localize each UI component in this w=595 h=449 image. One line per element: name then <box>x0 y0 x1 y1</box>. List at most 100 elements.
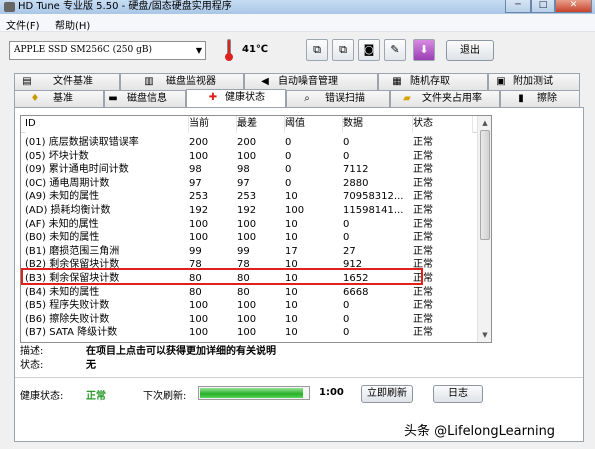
tab-disk-info[interactable]: ▬ 磁盘信息 <box>104 90 186 107</box>
cell-status: 正常 <box>413 232 433 244</box>
cell-worst: 100 <box>237 300 257 312</box>
download-arrow-icon[interactable]: ⬇ <box>413 39 435 61</box>
cell-status: 正常 <box>413 313 433 325</box>
description-label: 描述: <box>20 346 44 357</box>
error-scan-icon: ⌕ <box>304 93 310 104</box>
log-button[interactable]: 日志 <box>433 385 483 403</box>
extra-tests-icon: ▣ <box>496 76 506 87</box>
title-bar[interactable]: HD Tune 专业版 5.50 - 硬盘/固态硬盘实用程序 ─ □ ✕ <box>0 0 595 14</box>
menu-bar: 文件(F) 帮助(H) <box>0 14 595 32</box>
menu-help[interactable]: 帮助(H) <box>55 17 90 32</box>
table-row[interactable]: (B7) SATA 降级计数 100 100 10 0 正常 <box>21 326 487 339</box>
cell-data: 0 <box>343 218 350 230</box>
cell-data: 0 <box>343 137 350 148</box>
scroll-down-icon[interactable]: ▼ <box>479 329 491 341</box>
copy-all-icon[interactable]: ⧉ <box>332 39 354 61</box>
column-header-threshold[interactable]: 阈值 <box>285 116 343 133</box>
chevron-down-icon: ▼ <box>195 46 202 55</box>
temperature-readout: 41℃ <box>242 44 269 55</box>
health-status-label: 健康状态: <box>20 391 64 402</box>
column-header-id[interactable]: ID <box>25 116 189 133</box>
cell-thr: 10 <box>285 191 298 203</box>
cell-cur: 80 <box>189 286 202 298</box>
tab-benchmark[interactable]: ♦ 基准 <box>14 90 104 107</box>
cell-id: (B7) SATA 降级计数 <box>25 327 118 339</box>
exit-button[interactable]: 退出 <box>446 40 494 61</box>
tab-extra-tests[interactable]: ▣ 附加测试 <box>488 73 580 90</box>
cell-data: 2880 <box>343 177 369 189</box>
table-row[interactable]: (A9) 未知的属性 253 253 10 70958312... 正常 <box>21 190 487 203</box>
scroll-thumb[interactable] <box>480 130 490 240</box>
options-wrench-icon[interactable]: ✎ <box>384 39 406 61</box>
app-window: HD Tune 专业版 5.50 - 硬盘/固态硬盘实用程序 ─ □ ✕ 文件(… <box>0 0 595 449</box>
table-row[interactable]: (01) 底层数据读取错误率 200 200 0 0 正常 <box>21 136 487 149</box>
smart-attributes-list[interactable]: ID 当前 最差 阈值 数据 状态 (01) 底层数据读取错误率 200 200 0 0… <box>20 115 492 343</box>
watermark: 头条 @LifelongLearning <box>404 424 556 439</box>
cell-id: (B1) 磨损范围三角洲 <box>25 245 120 257</box>
refresh-now-button[interactable]: 立即刷新 <box>361 385 413 403</box>
cell-worst: 192 <box>237 205 257 216</box>
scroll-up-icon[interactable]: ▲ <box>479 117 491 129</box>
cell-status: 正常 <box>413 177 433 189</box>
table-row[interactable]: (AF) 未知的属性 100 100 10 0 正常 <box>21 218 487 231</box>
description-text: 在项目上点击可以获得更加详细的有关说明 <box>86 346 276 357</box>
cell-cur: 253 <box>189 191 209 203</box>
cell-status: 正常 <box>413 286 433 298</box>
cell-id: (B4) 未知的属性 <box>25 286 100 298</box>
tab-folder-usage[interactable]: ▰ 文件夹占用率 <box>390 90 500 107</box>
drive-select[interactable]: APPLE SSD SM256C (250 gB) ▼ <box>9 41 206 60</box>
table-row[interactable]: (05) 坏块计数 100 100 0 0 正常 <box>21 150 487 163</box>
cell-worst: 200 <box>237 137 257 148</box>
cell-thr: 10 <box>285 232 298 244</box>
copy-text-icon[interactable]: ⧉ <box>306 39 328 61</box>
highlight-box <box>21 268 423 285</box>
cell-data: 7112 <box>343 164 369 176</box>
cell-worst: 100 <box>237 150 257 162</box>
state-text: 无 <box>86 360 96 371</box>
table-row[interactable]: (0C) 通电周期计数 97 97 0 2880 正常 <box>21 177 487 190</box>
cell-status: 正常 <box>413 245 433 257</box>
table-row[interactable]: (B0) 未知的属性 100 100 10 0 正常 <box>21 231 487 244</box>
tab-erase[interactable]: ▮ 擦除 <box>500 90 580 107</box>
table-row[interactable]: (B1) 磨损范围三角洲 99 99 17 27 正常 <box>21 245 487 258</box>
tab-aam[interactable]: ◀ 自动噪音管理 <box>244 73 378 90</box>
cell-cur: 100 <box>189 300 209 312</box>
table-row[interactable]: (B6) 擦除失败计数 100 100 10 0 正常 <box>21 313 487 326</box>
cell-status: 正常 <box>413 150 433 162</box>
list-header: ID 当前 最差 阈值 数据 状态 <box>21 116 491 133</box>
tab-random-access[interactable]: ▦ 随机存取 <box>378 73 488 90</box>
tab-disk-monitor[interactable]: ▥ 磁盘监视器 <box>120 73 244 90</box>
vertical-scrollbar[interactable]: ▲ ▼ <box>477 116 491 342</box>
cell-cur: 100 <box>189 218 209 230</box>
cell-thr: 0 <box>285 164 292 176</box>
cell-thr: 10 <box>285 300 298 312</box>
cell-data: 0 <box>343 300 350 312</box>
cell-status: 正常 <box>413 137 433 148</box>
table-row[interactable]: (AD) 损耗均衡计数 192 192 100 11598141... 正常 <box>21 204 487 217</box>
cell-thr: 10 <box>285 218 298 230</box>
table-row[interactable]: (B5) 程序失败计数 100 100 10 0 正常 <box>21 299 487 312</box>
table-row[interactable]: (B4) 未知的属性 80 80 10 6668 正常 <box>21 286 487 299</box>
cell-id: (01) 底层数据读取错误率 <box>25 137 139 148</box>
cell-id: (AD) 损耗均衡计数 <box>25 205 111 216</box>
cell-worst: 100 <box>237 218 257 230</box>
tab-error-scan[interactable]: ⌕ 错误扫描 <box>286 90 390 107</box>
minimize-button[interactable]: ─ <box>505 0 531 13</box>
cell-data: 6668 <box>343 286 369 298</box>
random-access-icon: ▦ <box>392 76 402 87</box>
benchmark-icon: ♦ <box>30 93 40 104</box>
camera-icon[interactable]: ◙ <box>358 39 380 61</box>
cell-worst: 100 <box>237 313 257 325</box>
tab-health[interactable]: ✚ 健康状态 <box>186 89 286 108</box>
table-row[interactable]: (09) 累计通电时间计数 98 98 0 7112 正常 <box>21 163 487 176</box>
thermometer-icon <box>223 39 235 61</box>
tab-file-benchmark[interactable]: ▤ 文件基准 <box>14 73 120 90</box>
menu-file[interactable]: 文件(F) <box>6 17 40 32</box>
maximize-button[interactable]: □ <box>531 0 555 13</box>
close-button[interactable]: ✕ <box>555 0 592 13</box>
column-header-worst[interactable]: 最差 <box>237 116 285 133</box>
column-header-data[interactable]: 数据 <box>343 116 413 133</box>
column-header-status[interactable]: 状态 <box>413 116 473 133</box>
cell-worst: 100 <box>237 327 257 339</box>
column-header-current[interactable]: 当前 <box>189 116 237 133</box>
